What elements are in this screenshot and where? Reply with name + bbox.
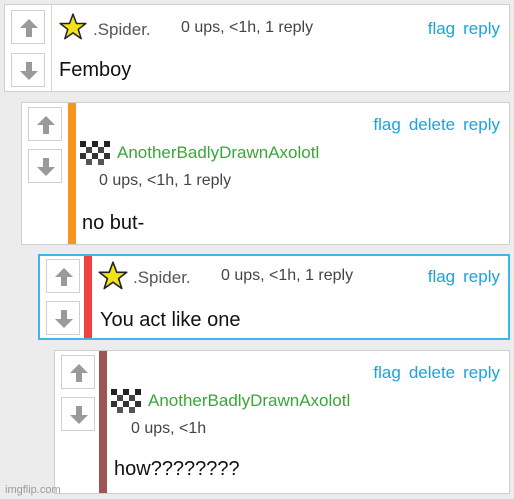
comment-meta: 0 ups, <1h, 1 reply — [181, 19, 314, 36]
arrow-down-icon — [37, 158, 55, 176]
star-icon — [98, 261, 128, 290]
arrow-up-icon — [20, 19, 38, 37]
flag-link[interactable]: flag — [373, 115, 400, 135]
comment-2: AnotherBadlyDrawnAxolotl 0 ups, <1h, 1 r… — [21, 102, 510, 245]
upvote-button[interactable] — [11, 10, 45, 44]
comment-meta: 0 ups, <1h, 1 reply — [221, 267, 354, 284]
watermark: imgflip.com — [5, 484, 61, 496]
comment-actions: flag reply — [428, 267, 500, 287]
reply-link[interactable]: reply — [463, 267, 500, 287]
arrow-down-icon — [70, 406, 88, 424]
downvote-button[interactable] — [11, 53, 45, 87]
thread-stripe — [68, 103, 76, 244]
flag-link[interactable]: flag — [373, 363, 400, 383]
upvote-button[interactable] — [61, 355, 95, 389]
pixel-face-icon — [80, 141, 110, 165]
comment-actions: flag delete reply — [373, 363, 500, 383]
comment-4: AnotherBadlyDrawnAxolotl 0 ups, <1h flag… — [54, 350, 510, 494]
comment-text: Femboy — [59, 59, 132, 81]
vote-column — [55, 351, 102, 493]
username[interactable]: .Spider. — [133, 268, 191, 288]
username[interactable]: .Spider. — [93, 20, 151, 40]
comment-text: You act like one — [100, 309, 241, 331]
downvote-button[interactable] — [46, 301, 80, 335]
username[interactable]: AnotherBadlyDrawnAxolotl — [148, 391, 350, 411]
upvote-button[interactable] — [28, 107, 62, 141]
flag-link[interactable]: flag — [428, 267, 455, 287]
vote-column — [22, 103, 69, 244]
flag-link[interactable]: flag — [428, 19, 455, 39]
reply-link[interactable]: reply — [463, 115, 500, 135]
arrow-up-icon — [37, 116, 55, 134]
comment-text: how???????? — [114, 458, 240, 480]
delete-link[interactable]: delete — [409, 363, 455, 383]
delete-link[interactable]: delete — [409, 115, 455, 135]
downvote-button[interactable] — [28, 149, 62, 183]
arrow-down-icon — [20, 62, 38, 80]
comment-meta: 0 ups, <1h, 1 reply — [99, 172, 232, 189]
comment-1: .Spider. 0 ups, <1h, 1 reply flag reply … — [4, 4, 510, 92]
vote-column — [5, 5, 52, 91]
arrow-up-icon — [70, 364, 88, 382]
comment-actions: flag reply — [428, 19, 500, 39]
star-icon — [59, 13, 87, 40]
downvote-button[interactable] — [61, 397, 95, 431]
comment-text: no but- — [82, 212, 145, 234]
thread-stripe — [84, 256, 92, 338]
reply-link[interactable]: reply — [463, 363, 500, 383]
pixel-face-icon — [111, 389, 141, 413]
vote-column — [40, 256, 87, 338]
reply-link[interactable]: reply — [463, 19, 500, 39]
arrow-down-icon — [55, 310, 73, 328]
upvote-button[interactable] — [46, 259, 80, 293]
arrow-up-icon — [55, 268, 73, 286]
username[interactable]: AnotherBadlyDrawnAxolotl — [117, 143, 319, 163]
thread-stripe — [99, 351, 107, 493]
comment-3: .Spider. 0 ups, <1h, 1 reply flag reply … — [38, 254, 510, 340]
comment-actions: flag delete reply — [373, 115, 500, 135]
comment-meta: 0 ups, <1h — [131, 420, 207, 437]
